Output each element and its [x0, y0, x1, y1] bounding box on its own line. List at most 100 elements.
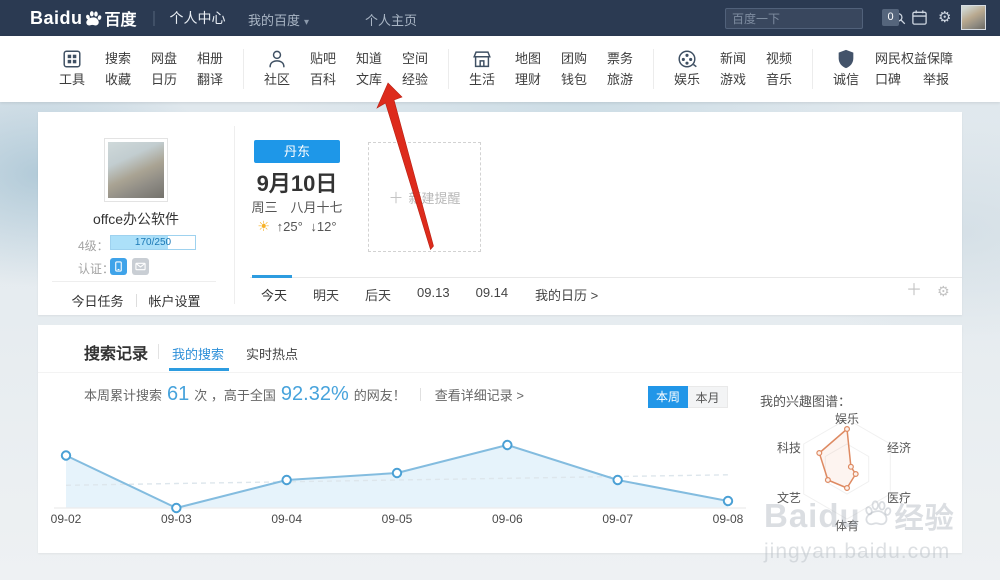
services-divider — [812, 49, 813, 89]
nav-my-baidu[interactable]: 我的百度▾ — [248, 10, 309, 29]
radar-vertex-娱乐 — [845, 427, 850, 432]
service-社区[interactable]: 社区 — [260, 48, 294, 90]
service-group-工具: 工具搜索收藏网盘日历相册翻译 — [55, 48, 227, 90]
service-link-地图[interactable]: 地图 — [511, 48, 545, 69]
notification-badge[interactable]: 0 — [882, 9, 899, 26]
search-count: 61 — [167, 383, 189, 406]
service-link-视频[interactable]: 视频 — [762, 48, 796, 69]
radar-vertex-医疗 — [853, 472, 858, 477]
day-tab-3[interactable]: 后天 — [365, 285, 391, 304]
service-link-举报[interactable]: 举报 — [923, 69, 949, 90]
view-detail-link[interactable]: 查看详细记录 > — [435, 385, 524, 404]
baidu-logo-text: Baidu — [30, 8, 83, 29]
service-link-音乐[interactable]: 音乐 — [762, 69, 796, 90]
username[interactable]: offce办公软件 — [38, 209, 234, 229]
profile-divider — [52, 281, 216, 282]
service-icon-label: 诚信 — [829, 70, 863, 90]
sun-icon: ☀ — [257, 218, 270, 234]
email-verify-icon[interactable] — [132, 258, 149, 275]
service-link-旅游[interactable]: 旅游 — [603, 69, 637, 90]
x-tick-label: 09-03 — [161, 512, 192, 526]
plus-icon: ＋ — [388, 187, 403, 208]
day-tab-1[interactable]: 今天 — [261, 285, 287, 304]
service-诚信[interactable]: 诚信 — [829, 48, 863, 90]
search-input[interactable] — [726, 12, 893, 26]
today-task-link[interactable]: 今日任务 — [71, 291, 123, 310]
shield-icon — [829, 48, 863, 70]
nav-search-box — [725, 8, 863, 29]
service-link-收藏[interactable]: 收藏 — [101, 69, 135, 90]
radar-label-科技: 科技 — [777, 441, 801, 455]
day-tabs-divider — [250, 277, 962, 278]
service-link-空间[interactable]: 空间 — [398, 48, 432, 69]
services-divider — [653, 49, 654, 89]
service-link-游戏[interactable]: 游戏 — [716, 69, 750, 90]
service-icon-label: 社区 — [260, 70, 294, 90]
service-link-贴吧[interactable]: 贴吧 — [306, 48, 340, 69]
service-item: 票务旅游 — [603, 48, 637, 90]
radar-label-医疗: 医疗 — [887, 491, 911, 505]
new-reminder-box[interactable]: ＋ 新建提醒 — [368, 142, 481, 252]
calendar-icon[interactable] — [911, 9, 928, 26]
service-工具[interactable]: 工具 — [55, 48, 89, 90]
grid-icon — [55, 48, 89, 70]
service-link-文库[interactable]: 文库 — [352, 69, 386, 90]
service-link-网盘[interactable]: 网盘 — [147, 48, 181, 69]
store-icon — [465, 48, 499, 70]
day-tab-5[interactable]: 09.14 — [476, 285, 509, 304]
period-month-button[interactable]: 本月 — [688, 386, 728, 408]
account-settings-link[interactable]: 帐户设置 — [149, 291, 201, 310]
service-icon-label: 工具 — [55, 70, 89, 90]
service-娱乐[interactable]: 娱乐 — [670, 48, 704, 90]
service-link-搜索[interactable]: 搜索 — [101, 48, 135, 69]
verify-label: 认证： — [78, 260, 114, 277]
service-item: 团购钱包 — [557, 48, 591, 90]
service-link-知道[interactable]: 知道 — [352, 48, 386, 69]
service-link-网民权益保障[interactable]: 网民权益保障 — [875, 48, 971, 69]
service-link-团购[interactable]: 团购 — [557, 48, 591, 69]
service-item: 贴吧百科 — [306, 48, 340, 90]
radar-label-娱乐: 娱乐 — [835, 412, 859, 426]
tab-my-searches[interactable]: 我的搜索 — [172, 344, 224, 363]
service-link-翻译[interactable]: 翻译 — [193, 69, 227, 90]
add-icon[interactable]: ＋ — [906, 283, 922, 299]
profile-weather-card: offce办公软件 4级： 170/250 认证： 今日任务 帐户设置 丹东 9… — [38, 112, 962, 315]
weather-weekday-lunar: 周三 八月十七 — [228, 197, 366, 216]
service-link-钱包[interactable]: 钱包 — [557, 69, 591, 90]
chart-point-09-07 — [613, 476, 621, 484]
service-link-经验[interactable]: 经验 — [398, 69, 432, 90]
service-link-票务[interactable]: 票务 — [603, 48, 637, 69]
weekly-stats: 本周累计搜索 61 次 ，高于全国 92.32% 的网友！ 查看详细记录 > — [84, 383, 524, 406]
baidu-logo[interactable]: Baidu 百度 ｜ 个人中心 — [30, 6, 226, 30]
nav-avatar[interactable] — [961, 5, 986, 30]
services-toolbar: 工具搜索收藏网盘日历相册翻译社区贴吧百科知道文库空间经验生活地图理财团购钱包票务… — [0, 36, 1000, 102]
service-生活[interactable]: 生活 — [465, 48, 499, 90]
chart-point-09-04 — [282, 476, 290, 484]
my-calendar-link[interactable]: 我的日历 > — [535, 285, 598, 304]
profile-avatar[interactable] — [104, 138, 168, 202]
x-tick-label: 09-07 — [602, 512, 633, 526]
weather-temps: ☀ ↑25° ↓12° — [228, 218, 366, 235]
day-tab-4[interactable]: 09.13 — [417, 285, 450, 304]
tab-realtime-hot[interactable]: 实时热点 — [246, 344, 298, 363]
nav-personal-homepage[interactable]: 个人主页 — [365, 10, 417, 29]
settings-gear-icon[interactable]: ⚙ — [938, 8, 951, 26]
period-week-button[interactable]: 本周 — [648, 386, 688, 408]
day-tab-2[interactable]: 明天 — [313, 285, 339, 304]
service-link-百科[interactable]: 百科 — [306, 69, 340, 90]
gear-icon[interactable]: ⚙ — [937, 283, 950, 299]
service-link-相册[interactable]: 相册 — [193, 48, 227, 69]
phone-verified-icon[interactable] — [110, 258, 127, 275]
person-icon — [260, 48, 294, 70]
period-toggle: 本周 本月 — [648, 386, 728, 408]
service-icon-label: 生活 — [465, 70, 499, 90]
city-button[interactable]: 丹东 — [254, 140, 340, 163]
percent-value: 92.32% — [281, 383, 349, 406]
service-link-新闻[interactable]: 新闻 — [716, 48, 750, 69]
level-progress-bar[interactable]: 170/250 — [110, 235, 196, 250]
service-item: 视频音乐 — [762, 48, 796, 90]
service-link-日历[interactable]: 日历 — [147, 69, 181, 90]
service-link-口碑[interactable]: 口碑 — [875, 69, 901, 90]
day-tabs: 今天 明天 后天 09.13 09.14 — [261, 285, 508, 304]
service-link-理财[interactable]: 理财 — [511, 69, 545, 90]
